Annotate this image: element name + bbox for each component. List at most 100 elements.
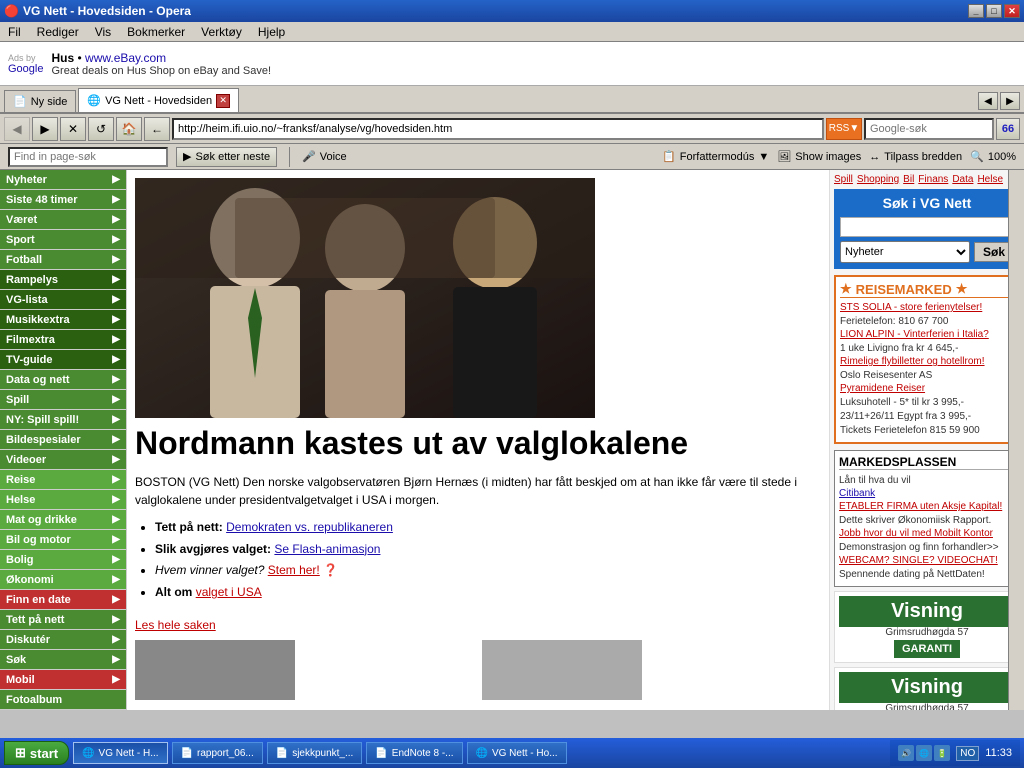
sidebar-item-okonomi[interactable]: Økonomi ▶ (0, 570, 126, 590)
sidebar-nyheter-label: Nyheter (6, 174, 47, 186)
author-mode-button[interactable]: 📋 Forfattermodús ▼ (662, 150, 769, 163)
sidebar-sport-arrow: ▶ (112, 234, 120, 245)
close-button[interactable]: ✕ (1004, 4, 1020, 18)
marked-link-citibank[interactable]: Citibank (839, 488, 1015, 499)
sidebar-item-filmextra[interactable]: Filmextra ▶ (0, 330, 126, 350)
scrollbar[interactable] (1008, 170, 1024, 710)
sidebar-item-mobil[interactable]: Mobil ▶ (0, 670, 126, 690)
tab-scroll-right[interactable]: ▶ (1000, 92, 1020, 110)
bullet-item-3: Hvem vinner valget? Stem her! ❓ (155, 560, 821, 582)
address-bar[interactable]: http://heim.ifi.uio.no/~franksf/analyse/… (172, 118, 824, 140)
read-more-link[interactable]: Les hele saken (135, 618, 216, 632)
sidebar-item-datanett[interactable]: Data og nett ▶ (0, 370, 126, 390)
taskbar-item-3[interactable]: 📄 sjekkpunkt_... (267, 742, 363, 764)
top-link-helse[interactable]: Helse (977, 174, 1003, 185)
sidebar-item-rampelys[interactable]: Rampelys ▶ (0, 270, 126, 290)
sidebar-item-sport[interactable]: Sport ▶ (0, 230, 126, 250)
reise-link-4[interactable]: Pyramidene Reiser (840, 383, 1014, 394)
active-tab[interactable]: 🌐 VG Nett - Hovedsiden ✕ (78, 88, 239, 112)
menu-fil[interactable]: Fil (4, 23, 25, 41)
reload-button[interactable]: ↺ (88, 117, 114, 141)
marked-link-webcam[interactable]: WEBCAM? SINGLE? VIDEOCHAT! (839, 555, 1015, 566)
search-bar-nav: 66 (864, 118, 1020, 140)
marked-link-jobb[interactable]: Jobb hvor du vil med Mobilt Kontor (839, 528, 1015, 539)
zoom-control[interactable]: 🔍 100% (970, 150, 1016, 163)
menu-bokmerker[interactable]: Bokmerker (123, 23, 189, 41)
tab-scroll-left[interactable]: ◀ (978, 92, 998, 110)
minimize-button[interactable]: _ (968, 4, 984, 18)
reise-text-4: Luksuhotell - 5* til kr 3 995,- (840, 396, 1014, 410)
top-link-shopping[interactable]: Shopping (857, 174, 899, 185)
bottom-headline-2[interactable]: Engasiert? (482, 708, 821, 710)
search-input-nav[interactable] (864, 118, 994, 140)
rss-button[interactable]: RSS ▼ (826, 118, 862, 140)
bullet-1-link[interactable]: Demokraten vs. republikaneren (226, 520, 393, 534)
taskbar-item-2[interactable]: 📄 rapport_06... (172, 742, 263, 764)
marked-item-1: Lån til hva du vil (839, 474, 1015, 488)
new-tab[interactable]: 📄 Ny side (4, 90, 76, 112)
sidebar-item-reise[interactable]: Reise ▶ (0, 470, 126, 490)
sidebar-item-sok[interactable]: Søk ▶ (0, 650, 126, 670)
sidebar-item-bolig[interactable]: Bolig ▶ (0, 550, 126, 570)
sidebar-item-finndate[interactable]: Finn en date ▶ (0, 590, 126, 610)
bullet-4-link[interactable]: valget i USA (196, 585, 262, 599)
sidebar-item-vaeret[interactable]: Været ▶ (0, 210, 126, 230)
taskbar-item-4[interactable]: 📄 EndNote 8 -... (366, 742, 462, 764)
sidebar-item-siste48[interactable]: Siste 48 timer ▶ (0, 190, 126, 210)
stop-button[interactable]: ✕ (60, 117, 86, 141)
menu-vis[interactable]: Vis (91, 23, 115, 41)
sidebar-reise-label: Reise (6, 474, 35, 486)
sidebar-item-fotball[interactable]: Fotball ▶ (0, 250, 126, 270)
sidebar-item-musikkextra[interactable]: Musikkextra ▶ (0, 310, 126, 330)
sidebar-item-spill[interactable]: Spill ▶ (0, 390, 126, 410)
sidebar-item-vglista[interactable]: VG-lista ▶ (0, 290, 126, 310)
bottom-headline-1[interactable]: NHL-stierner hjalp (135, 708, 474, 710)
reise-link-3[interactable]: Rimelige flybilletter og hotellrom! (840, 356, 1014, 367)
tilpass-button[interactable]: ↔ Tilpass bredden (869, 151, 962, 163)
top-link-bil[interactable]: Bil (903, 174, 914, 185)
address-go-back[interactable]: ← (144, 117, 170, 141)
sidebar-item-helse[interactable]: Helse ▶ (0, 490, 126, 510)
reise-link-2[interactable]: LION ALPIN - Vinterferien i Italia? (840, 329, 1014, 340)
maximize-button[interactable]: □ (986, 4, 1002, 18)
search-select-right[interactable]: Nyheter (840, 241, 970, 263)
sidebar-item-bildespesialer[interactable]: Bildespesialer ▶ (0, 430, 126, 450)
go-button[interactable]: 66 (996, 118, 1020, 140)
sidebar-item-nyheter[interactable]: Nyheter ▶ (0, 170, 126, 190)
menu-rediger[interactable]: Rediger (33, 23, 83, 41)
marked-link-etabler[interactable]: ETABLER FIRMA uten Aksje Kapital! (839, 501, 1015, 512)
voice-button[interactable]: 🎤 Voice (302, 150, 347, 163)
top-link-spill[interactable]: Spill (834, 174, 853, 185)
find-input[interactable] (8, 147, 168, 167)
menu-verktoy[interactable]: Verktøy (197, 23, 246, 41)
taskbar-item-5[interactable]: 🌐 VG Nett - Ho... (467, 742, 567, 764)
sidebar-item-matdrikke[interactable]: Mat og drikke ▶ (0, 510, 126, 530)
sidebar-item-tettnett[interactable]: Tett på nett ▶ (0, 610, 126, 630)
sidebar-item-diskuter[interactable]: Diskutér ▶ (0, 630, 126, 650)
garanti-button[interactable]: GARANTI (894, 640, 960, 658)
taskbar-item-1[interactable]: 🌐 VG Nett - H... (73, 742, 167, 764)
tab-close-button[interactable]: ✕ (216, 94, 230, 108)
top-link-data[interactable]: Data (952, 174, 973, 185)
start-button[interactable]: ⊞ start (4, 741, 69, 765)
bullet-3-link[interactable]: Stem her! (268, 563, 320, 577)
sidebar-datanett-arrow: ▶ (112, 374, 120, 385)
back-button[interactable]: ◀ (4, 117, 30, 141)
top-link-finans[interactable]: Finans (918, 174, 948, 185)
sidebar-item-videoer[interactable]: Videoer ▶ (0, 450, 126, 470)
home-button[interactable]: 🏠 (116, 117, 142, 141)
bullet-2-link[interactable]: Se Flash-animasjon (274, 542, 380, 556)
find-next-button[interactable]: ▶ Søk etter neste (176, 147, 277, 167)
sidebar-item-fotoalbum[interactable]: Fotoalbum (0, 690, 126, 710)
reise-link-1[interactable]: STS SOLIA - store ferienytelser! (840, 302, 1014, 313)
sidebar-item-nyspill[interactable]: NY: Spill spill! ▶ (0, 410, 126, 430)
sidebar-item-bilmotor[interactable]: Bil og motor ▶ (0, 530, 126, 550)
show-images-button[interactable]: 🖼 Show images (777, 150, 861, 163)
search-input-right[interactable] (840, 217, 1014, 237)
sidebar-item-tvguide[interactable]: TV-guide ▶ (0, 350, 126, 370)
reise-star2-icon: ★ (956, 281, 968, 297)
taskbar-label-5: VG Nett - Ho... (492, 748, 558, 759)
app-icon: 🔴 (4, 4, 19, 18)
forward-button[interactable]: ▶ (32, 117, 58, 141)
menu-hjelp[interactable]: Hjelp (254, 23, 289, 41)
